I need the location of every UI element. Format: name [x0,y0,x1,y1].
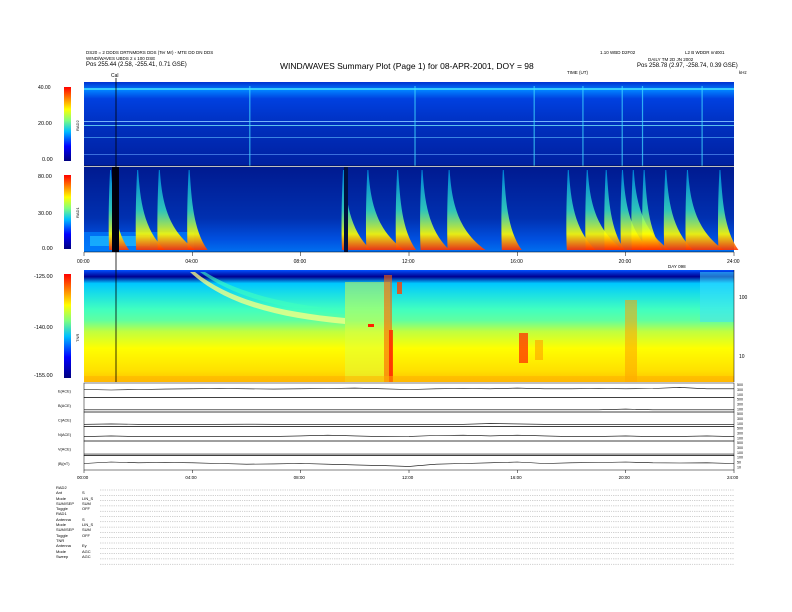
rad1-spectrogram [84,167,739,252]
settings-value: SUM [82,500,91,506]
line-panel-ylabel: E(ACE) [58,389,72,393]
settings-value: S [82,490,85,496]
rad1-cbar-tick: 80.00 [38,174,52,180]
rad1-ylabel: RAD1 [75,207,80,218]
line-series [83,387,734,391]
tnr-cbar-tick: -125.00 [34,274,53,280]
line-panel-right-tick: 300 [737,403,743,407]
settings-block: RAD2 Ant S Mode LIN_S SUM/SEP SUM Toggle OFF RA… [56,485,93,559]
rad1-x-tick-label: 04:00 [185,259,198,265]
rad2-streak [414,86,416,166]
line-panel-frame [83,382,735,398]
settings-value: LIN_S [82,495,94,501]
settings-value: SUM [82,527,91,533]
line-panel-frame [83,440,735,456]
settings-value: Ey [82,543,87,549]
tnr-colorbar [64,274,71,378]
settings-row: Sweep AGC [56,554,93,559]
bottom-x-tick-label: 04:00 [185,475,197,480]
line-panel-right-tick: 300 [737,388,743,392]
rad1-x-tick-label: 08:00 [294,259,307,265]
line-panel-right-tick: 500 [737,427,743,431]
bottom-x-tick-label: 12:00 [402,475,414,480]
rad2-ylabel: RAD2 [75,120,80,131]
rad1-colorbar [64,175,71,249]
line-panel-right-tick: 500 [737,412,743,416]
rad2-streak [533,86,535,166]
line-panel-ylabel: N(ACE) [58,433,72,437]
line-panel-right-tick: 100 [737,408,743,412]
settings-value: AGC [82,553,91,559]
rad1-x-axis: 00:00 04:00 08:00 12:00 16:00 20:00 24:00 [77,252,740,265]
line-panel-ylabel: V(ACE) [58,447,72,451]
rad1-cbar-tick: 30.00 [38,211,52,217]
line-panel-ylabel: B(ACE) [58,404,72,408]
tnr-day-label: DAY 098 [668,264,686,269]
summary-chart: 40.00 20.00 0.00 80.00 30.00 0.00 -125.0… [34,73,748,565]
tnr-cbar-tick: -155.00 [34,373,53,379]
rad2-streak [621,86,623,166]
rad2-cbar-tick: 40.00 [38,85,51,91]
rad1-cbar-tick: 0.00 [42,246,53,252]
rad1-x-tick-label: 24:00 [727,259,740,265]
tnr-right-tick: 10 [739,354,745,360]
line-series [83,423,734,425]
rad2-spectrogram [84,82,734,166]
settings-rules [100,489,734,565]
bottom-x-tick-label: 00:00 [77,475,89,480]
line-panel-right-tick: 100 [737,451,743,455]
settings-value: S [82,516,85,522]
rad1-x-tick-label: 00:00 [77,259,90,265]
line-panel-right-tick: 100 [737,456,743,460]
line-panel-right-tick: 500 [737,383,743,387]
line-panel-right-tick: 100 [737,422,743,426]
tnr-spectrogram [84,270,734,382]
tnr-right-tick: 100 [739,295,748,301]
bottom-x-axis: 00:00 04:00 08:00 12:00 16:00 20:00 24:00 [77,470,739,480]
line-panel-right-tick: 300 [737,446,743,450]
rad2-streak [249,86,251,166]
settings-value: OFF [82,506,90,512]
line-panel-right-tick: 50 [737,461,741,465]
rad1-x-tick-label: 16:00 [510,259,523,265]
line-panel-right-tick: 10 [737,466,741,470]
bottom-x-tick-label: 20:00 [619,475,631,480]
rad2-streak [701,86,703,166]
bottom-x-tick-label: 24:00 [727,475,739,480]
line-panel-right-tick: 100 [737,437,743,441]
line-series [84,408,734,411]
rad1-x-tick-label: 12:00 [402,259,415,265]
rad1-x-tick-label: 20:00 [619,259,632,265]
rad2-streak [582,86,584,166]
line-panel-ylabel: C(ACE) [58,418,72,422]
settings-key: Sweep [56,553,69,559]
bottom-x-tick-label: 16:00 [510,475,522,480]
tnr-cbar-tick: -140.00 [34,325,53,331]
line-panel-right-tick: 300 [737,417,743,421]
line-series [83,461,735,467]
rad2-cbar-tick: 20.00 [38,121,52,127]
rad2-streak [641,86,644,166]
rad2-cbar-tick: 0.00 [42,157,53,163]
rad2-colorbar [64,87,71,161]
line-panel-right-tick: 500 [737,398,743,402]
settings-value: OFF [82,532,90,538]
line-panel-frame [83,426,735,442]
line-panels: E(ACE)500300100B(ACE)500300100C(ACE)5003… [58,382,743,471]
tnr-ylabel: TNR [75,334,80,342]
cal-label: Cal [111,73,119,79]
line-panel-right-tick: 300 [737,432,743,436]
line-panel-right-tick: 100 [737,393,743,397]
line-panel-ylabel: |B|(nT) [58,462,70,466]
line-panel-right-tick: 500 [737,441,743,445]
settings-value: LIN_S [82,522,94,528]
settings-value: AGC [82,548,91,554]
line-series [83,434,735,437]
bottom-x-tick-label: 08:00 [294,475,306,480]
